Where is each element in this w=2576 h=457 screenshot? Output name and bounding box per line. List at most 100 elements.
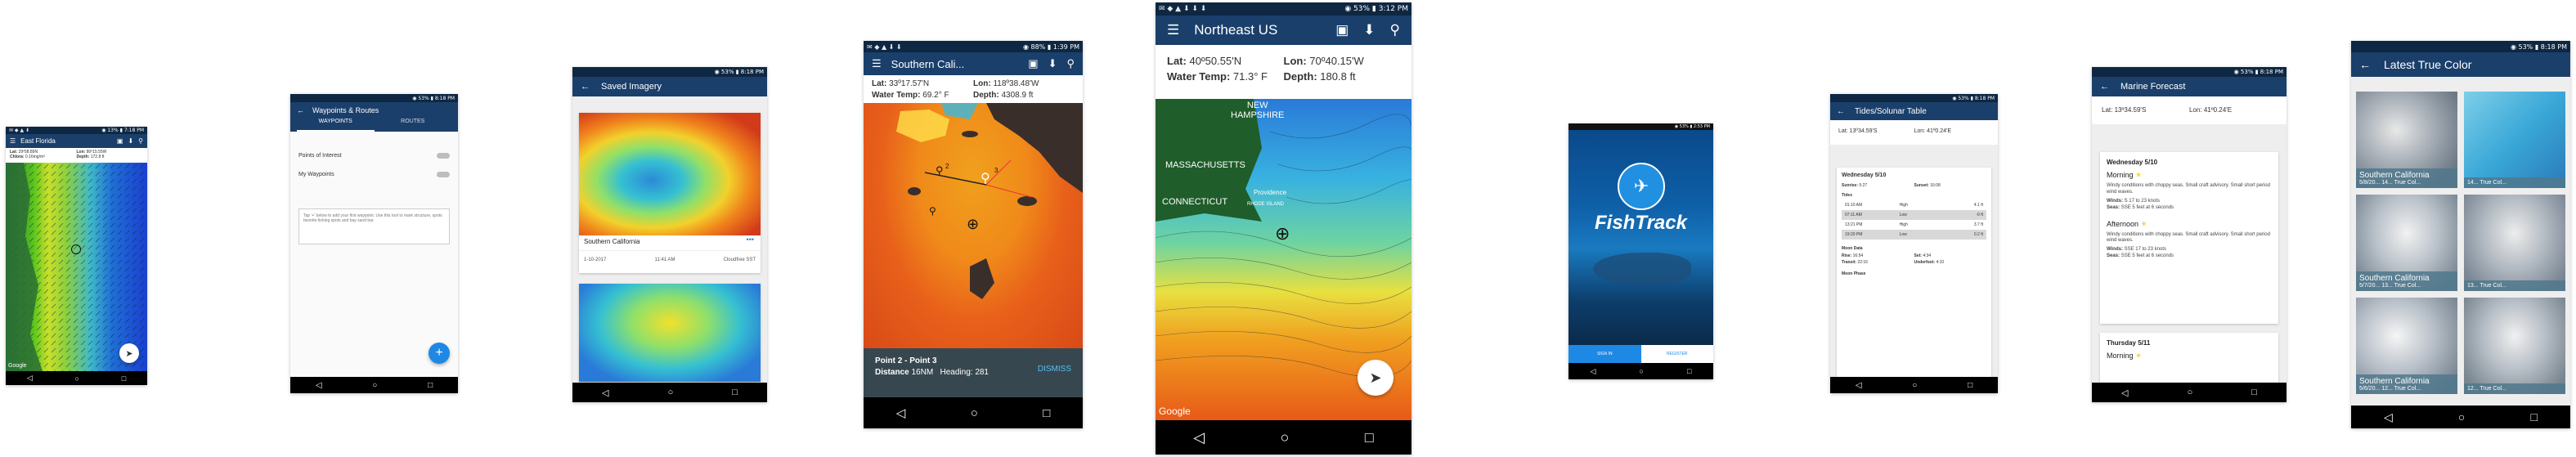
- imagery-tile[interactable]: 13... True Col...: [2464, 195, 2565, 291]
- recents-icon[interactable]: □: [2530, 410, 2537, 423]
- download-icon[interactable]: ⬇: [1363, 22, 1375, 38]
- period-heading: Morning: [2107, 171, 2134, 179]
- back-arrow-icon[interactable]: ←: [581, 82, 590, 92]
- recents-icon[interactable]: □: [1687, 367, 1691, 375]
- location-pin-icon[interactable]: ⚲: [138, 137, 143, 145]
- back-icon[interactable]: ◁: [602, 388, 608, 398]
- imagery-card[interactable]: [579, 284, 761, 382]
- day-heading: Wednesday 5/10: [1842, 172, 1887, 178]
- back-arrow-icon[interactable]: ←: [297, 106, 304, 114]
- home-icon[interactable]: ○: [1912, 381, 1917, 390]
- tab-routes[interactable]: ROUTES: [375, 119, 452, 132]
- home-icon[interactable]: ○: [372, 381, 377, 390]
- waypoint-marker[interactable]: ⚲: [936, 164, 944, 177]
- lat-label: Lat:: [872, 79, 887, 88]
- location-pin-icon[interactable]: ⚲: [1390, 22, 1400, 38]
- underfoot-value: 4:10: [1936, 260, 1945, 265]
- back-icon[interactable]: ◁: [27, 374, 33, 383]
- recents-icon[interactable]: □: [1043, 406, 1050, 420]
- menu-icon[interactable]: ☰: [872, 57, 882, 70]
- sunrise-label: Sunrise:: [1842, 183, 1859, 188]
- imagery-grid: Southern California 5/8/20... 14... True…: [2356, 92, 2565, 394]
- points-of-interest-toggle[interactable]: [437, 153, 450, 159]
- back-icon[interactable]: ◁: [2121, 388, 2128, 398]
- back-icon[interactable]: ◁: [1193, 429, 1205, 446]
- imagery-tile[interactable]: 12... True Col...: [2464, 298, 2565, 394]
- phone-marine-forecast: ◉ 53% ▮ 8:18 PM ← Marine Forecast Lat: 1…: [2092, 67, 2287, 402]
- map-label-new-hampshire: NEW HAMPSHIRE: [1231, 101, 1285, 120]
- more-icon[interactable]: •••: [747, 235, 754, 244]
- location-pin-icon[interactable]: ⚲: [1066, 57, 1075, 70]
- app-bar: ☰ Northeast US ▣ ⬇ ⚲: [1156, 16, 1411, 45]
- table-row: 07:11 AM Low -0 ft: [1842, 210, 1986, 220]
- recents-icon[interactable]: □: [2251, 388, 2257, 397]
- menu-icon[interactable]: ☰: [10, 137, 16, 145]
- phone-east-florida: ✉ ◆ ▲ ⬇ ◉ 13% ▮ 7:18 PM ☰ East Florida ▣…: [6, 127, 147, 385]
- imagery-card[interactable]: Southern California ••• 1-10-2017 11:41 …: [579, 113, 761, 273]
- imagery-tile[interactable]: Southern California 5/7/20... 13... True…: [2356, 195, 2457, 291]
- back-icon[interactable]: ◁: [316, 381, 322, 390]
- sign-in-button[interactable]: SIGN IN: [1568, 345, 1641, 363]
- recents-icon[interactable]: □: [1365, 429, 1374, 446]
- back-icon[interactable]: ◁: [1591, 367, 1596, 376]
- add-waypoint-button[interactable]: +: [429, 343, 450, 364]
- navigate-button[interactable]: ➤: [1358, 360, 1393, 396]
- home-icon[interactable]: ○: [1640, 367, 1644, 375]
- dismiss-button[interactable]: DISMISS: [1038, 365, 1071, 374]
- home-icon[interactable]: ○: [75, 374, 79, 383]
- back-icon[interactable]: ◁: [1856, 381, 1862, 390]
- recents-icon[interactable]: □: [122, 374, 126, 383]
- depth-label: Depth:: [973, 91, 999, 100]
- status-text: ◉ 13% ▮ 7:18 PM: [101, 128, 144, 133]
- transit-value: 22:16: [1857, 260, 1868, 265]
- recents-icon[interactable]: □: [732, 388, 738, 397]
- menu-icon[interactable]: ☰: [1167, 22, 1179, 38]
- lon-label: Lon:: [2189, 106, 2202, 114]
- tab-waypoints[interactable]: WAYPOINTS: [297, 119, 375, 132]
- splash-background: ✈ FishTrack: [1568, 130, 1713, 345]
- map-view[interactable]: Google ➤: [6, 163, 147, 371]
- waypoint-marker[interactable]: ⚲: [981, 170, 990, 186]
- briefcase-icon[interactable]: ▣: [1028, 57, 1038, 70]
- recents-icon[interactable]: □: [428, 381, 433, 390]
- waypoint-marker[interactable]: ⚲: [929, 205, 936, 217]
- status-text: ◉ 53% ▮ 8:18 PM: [714, 69, 764, 75]
- list-item[interactable]: My Waypoints: [298, 172, 450, 177]
- phone-southern-california: ✉ ◆ ▲ ⬇ ⬇ ◉ 88% ▮ 1:39 PM ☰ Southern Cal…: [864, 41, 1083, 428]
- system-nav-bar: ◁ ○ □: [6, 371, 147, 385]
- back-icon[interactable]: ◁: [896, 405, 906, 420]
- home-icon[interactable]: ○: [1281, 429, 1290, 446]
- period-heading: Morning: [2107, 352, 2134, 360]
- home-icon[interactable]: ○: [971, 406, 978, 420]
- table-row: 19:20 PM Low 0.2 ft: [1842, 230, 1986, 240]
- map-view[interactable]: ⚲ 2 ⚲ 3 ⚲ ⊕: [864, 103, 1083, 348]
- underfoot-label: Underfoot:: [1914, 260, 1936, 265]
- phone-waypoints: ◉ 53% ▮ 8:18 PM ← Waypoints & Routes WAY…: [290, 94, 458, 393]
- back-arrow-icon[interactable]: ←: [1837, 107, 1845, 116]
- download-icon[interactable]: ⬇: [1048, 57, 1057, 70]
- navigate-button[interactable]: ➤: [119, 343, 139, 363]
- register-button[interactable]: REGISTER: [1640, 345, 1713, 363]
- home-icon[interactable]: ○: [2458, 410, 2465, 423]
- sunset-value: 16:08: [1930, 183, 1941, 188]
- home-icon[interactable]: ○: [668, 388, 674, 397]
- download-icon[interactable]: ⬇: [128, 137, 133, 145]
- imagery-tile[interactable]: Southern California 5/6/20... 12... True…: [2356, 298, 2457, 394]
- back-arrow-icon[interactable]: ←: [2359, 58, 2371, 71]
- distance-value: 16NM: [911, 368, 934, 377]
- tile-title: Southern California: [2359, 171, 2430, 180]
- table-row: 01:10 AM High 4.1 ft: [1842, 200, 1986, 210]
- heading-label: Heading:: [940, 368, 973, 377]
- imagery-tile[interactable]: 14... True Col...: [2464, 92, 2565, 188]
- back-arrow-icon[interactable]: ←: [2100, 82, 2109, 92]
- back-icon[interactable]: ◁: [2384, 410, 2393, 424]
- briefcase-icon[interactable]: ▣: [117, 137, 123, 145]
- my-waypoints-toggle[interactable]: [437, 172, 450, 177]
- recents-icon[interactable]: □: [1968, 381, 1972, 390]
- winds-value: S 17 to 23 knots: [2124, 198, 2160, 204]
- home-icon[interactable]: ○: [2188, 388, 2193, 397]
- imagery-tile[interactable]: Southern California 5/8/20... 14... True…: [2356, 92, 2457, 188]
- list-item[interactable]: Points of Interest: [298, 153, 450, 159]
- briefcase-icon[interactable]: ▣: [1335, 22, 1349, 38]
- map-view[interactable]: NEW HAMPSHIRE MASSACHUSETTS CONNECTICUT …: [1156, 99, 1411, 420]
